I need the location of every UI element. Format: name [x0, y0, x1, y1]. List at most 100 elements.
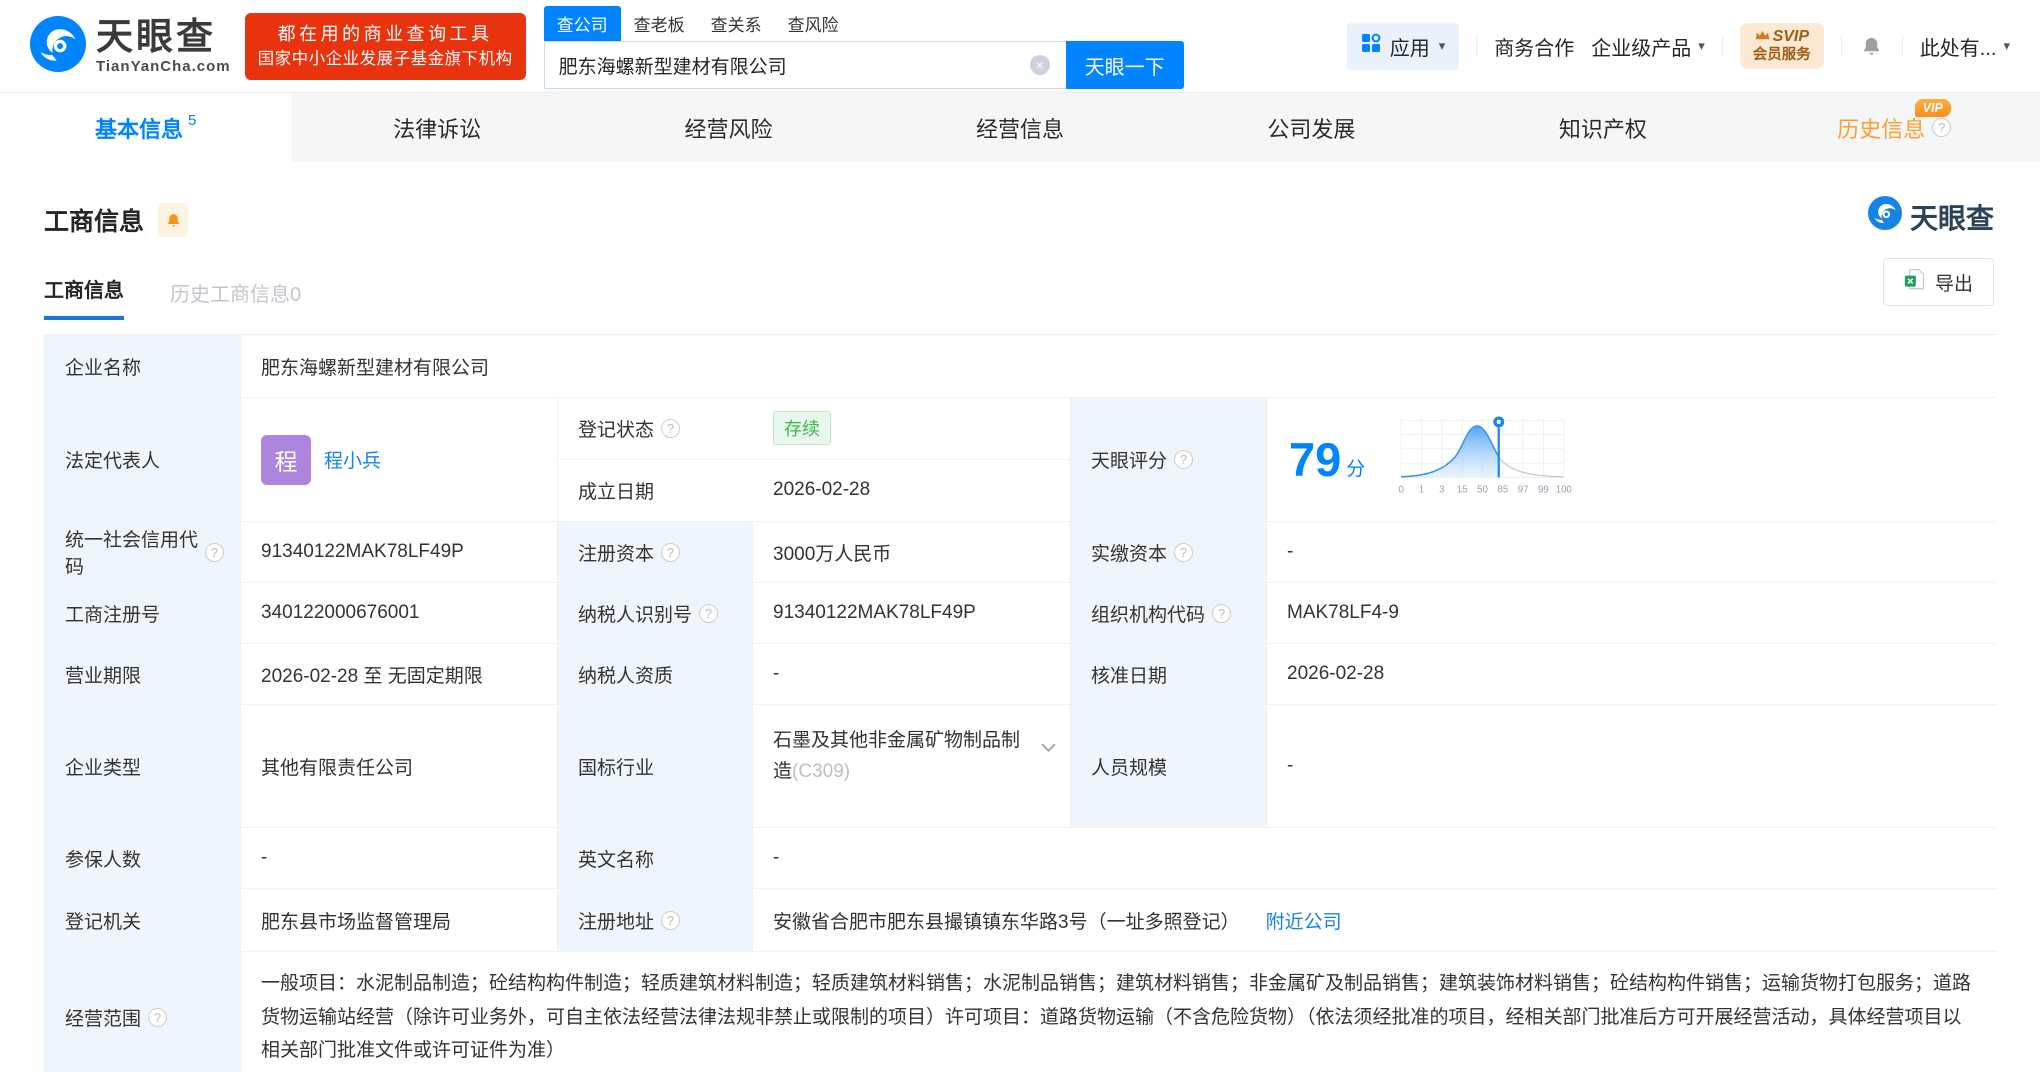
divider — [1721, 35, 1723, 57]
search-tab-relation[interactable]: 查关系 — [698, 6, 775, 41]
apps-label: 应用 — [1389, 37, 1430, 60]
help-icon[interactable]: ? — [661, 910, 681, 930]
help-icon[interactable]: ? — [148, 1007, 168, 1027]
establish-date-value: 2026-02-28 — [773, 479, 871, 501]
reg-capital-value: 3000万人民币 — [753, 522, 1071, 582]
svg-text:97: 97 — [1518, 484, 1529, 495]
english-name-label: 英文名称 — [558, 828, 753, 888]
search-input[interactable] — [543, 41, 1066, 89]
enterprise-products-menu[interactable]: 企业级产品 ▾ — [1591, 32, 1705, 61]
search-tab-company[interactable]: 查公司 — [543, 6, 621, 41]
company-nav-tabs: 基本信息 5 法律诉讼 经营风险 经营信息 公司发展 知识产权 历史信息 ? V… — [0, 92, 2040, 162]
brand-name: 天眼查 — [96, 16, 216, 57]
company-type-label: 企业类型 — [45, 705, 241, 827]
industry-cell: 石墨及其他非金属矿物制品制造(C309) — [753, 705, 1071, 827]
reg-authority-label: 登记机关 — [45, 889, 241, 951]
divider — [1476, 35, 1478, 57]
help-icon[interactable]: ? — [1174, 542, 1194, 562]
subtab-current-business-info[interactable]: 工商信息 — [44, 274, 124, 320]
table-row: 经营范围 ? 一般项目：水泥制品制造；砼结构构件制造；轻质建筑材料制造；轻质建筑… — [45, 952, 1997, 1072]
clear-icon[interactable]: × — [1029, 55, 1050, 75]
tianyancha-logo[interactable]: 天眼查 TianYanCha.com — [30, 15, 231, 77]
score-label: 天眼评分 — [1091, 451, 1168, 472]
export-button[interactable]: 导出 — [1882, 258, 1994, 306]
help-icon[interactable]: ? — [661, 418, 681, 438]
apps-menu[interactable]: 应用 ▾ — [1346, 22, 1460, 70]
header-menu: 应用 ▾ 商务合作 企业级产品 ▾ SVIP 会员服务 此处有... ▾ — [1346, 22, 2010, 70]
top-header: 天眼查 TianYanCha.com 都在用的商业查询工具 国家中小企业发展子基… — [0, 0, 2040, 92]
status-badge: 存续 — [773, 411, 831, 446]
search-tab-risk[interactable]: 查风险 — [775, 6, 852, 41]
taxpayer-id-value: 91340122MAK78LF49P — [753, 583, 1071, 643]
svg-text:99: 99 — [1538, 484, 1549, 495]
org-code-label-cell: 组织机构代码 ? — [1071, 583, 1267, 643]
monitor-bell-icon[interactable] — [158, 203, 189, 237]
reg-capital-label: 注册资本 — [578, 543, 655, 565]
help-icon[interactable]: ? — [699, 603, 719, 623]
watermark-text: 天眼查 — [1909, 202, 1994, 234]
chevron-down-icon[interactable] — [1041, 732, 1056, 763]
legal-rep-avatar[interactable]: 程 — [261, 434, 311, 485]
table-row: 工商注册号 340122000676001 纳税人识别号 ? 91340122M… — [45, 583, 1997, 644]
legal-rep-name-link[interactable]: 程小兵 — [324, 446, 381, 473]
search-button[interactable]: 天眼一下 — [1065, 41, 1184, 89]
help-icon[interactable]: ? — [1174, 450, 1194, 469]
nearby-companies-link[interactable]: 附近公司 — [1266, 907, 1342, 934]
caret-down-icon: ▾ — [1438, 38, 1446, 53]
english-name-value: - — [753, 828, 1997, 888]
credit-code-label-cell: 统一社会信用代码 ? — [45, 522, 241, 582]
business-scope-label: 经营范围 — [65, 1008, 142, 1030]
table-row: 法定代表人 程 程小兵 登记状态 ? 存续 成立日期 2026-02-28 天眼… — [45, 398, 1997, 522]
tab-label: 知识产权 — [1558, 116, 1647, 142]
legal-rep-label: 法定代表人 — [45, 398, 241, 521]
reg-address-value: 安徽省合肥市肥东县撮镇镇东华路3号（一址多照登记） — [773, 911, 1240, 933]
watermark-logo: 天眼查 — [1867, 196, 1994, 237]
tab-operating-risk[interactable]: 经营风险 — [583, 93, 874, 162]
taxpayer-id-label: 纳税人识别号 — [578, 604, 693, 626]
tab-basic-info-count: 5 — [188, 112, 197, 129]
apps-grid-icon — [1361, 33, 1381, 59]
svip-subtitle: 会员服务 — [1752, 46, 1811, 63]
table-row: 营业期限 2026-02-28 至 无固定期限 纳税人资质 - 核准日期 202… — [45, 644, 1997, 705]
search-tabs: 查公司 查老板 查关系 查风险 — [543, 6, 1184, 41]
tab-label: 法律诉讼 — [393, 116, 482, 142]
notification-bell-icon[interactable] — [1859, 35, 1885, 58]
business-scope-label-cell: 经营范围 ? — [45, 952, 241, 1072]
business-cooperation-link[interactable]: 商务合作 — [1494, 32, 1574, 61]
score-value: 79 — [1289, 433, 1342, 486]
help-icon[interactable]: ? — [205, 542, 224, 562]
subtab-history-business-info[interactable]: 历史工商信息0 — [170, 278, 301, 320]
company-type-value: 其他有限责任公司 — [241, 705, 558, 827]
svip-member-button[interactable]: SVIP 会员服务 — [1739, 23, 1824, 69]
subtabs: 工商信息 历史工商信息0 — [44, 274, 1996, 320]
search-tab-boss[interactable]: 查老板 — [621, 6, 698, 41]
svg-text:15: 15 — [1457, 484, 1468, 495]
table-row: 统一社会信用代码 ? 91340122MAK78LF49P 注册资本 ? 300… — [45, 522, 1997, 583]
help-icon[interactable]: ? — [1932, 118, 1952, 137]
reg-status-label-cell: 登记状态 ? — [558, 398, 753, 459]
help-icon[interactable]: ? — [1212, 603, 1232, 623]
svip-title: SVIP — [1772, 28, 1810, 46]
tab-operating-info[interactable]: 经营信息 — [874, 93, 1165, 162]
staff-size-value: - — [1267, 705, 1997, 827]
caret-down-icon: ▾ — [2003, 38, 2010, 53]
tab-history-label: 历史信息 — [1837, 116, 1926, 142]
score-unit: 分 — [1346, 459, 1366, 480]
paid-capital-label-cell: 实缴资本 ? — [1071, 522, 1267, 582]
score-distribution-chart: 0 1 3 15 50 85 97 99 100 — [1391, 412, 1579, 508]
tab-company-development[interactable]: 公司发展 — [1166, 93, 1457, 162]
paid-capital-value: - — [1267, 522, 1997, 582]
svg-text:1: 1 — [1419, 484, 1424, 495]
tab-basic-info[interactable]: 基本信息 5 — [0, 93, 292, 162]
user-account-menu[interactable]: 此处有... ▾ — [1920, 32, 2010, 61]
business-info-table: 企业名称 肥东海螺新型建材有限公司 法定代表人 程 程小兵 登记状态 ? 存续 — [44, 334, 1997, 1072]
insured-value: - — [241, 828, 558, 888]
svg-text:50: 50 — [1477, 484, 1488, 495]
reg-address-label-cell: 注册地址 ? — [558, 889, 753, 951]
user-account-label: 此处有... — [1919, 37, 1997, 60]
tab-history-info[interactable]: 历史信息 ? VIP — [1749, 93, 2040, 162]
help-icon[interactable]: ? — [661, 542, 681, 562]
tab-legal-proceedings[interactable]: 法律诉讼 — [291, 93, 582, 162]
tab-intellectual-property[interactable]: 知识产权 — [1457, 93, 1748, 162]
search-area: 查公司 查老板 查关系 查风险 × 天眼一下 — [543, 6, 1184, 89]
